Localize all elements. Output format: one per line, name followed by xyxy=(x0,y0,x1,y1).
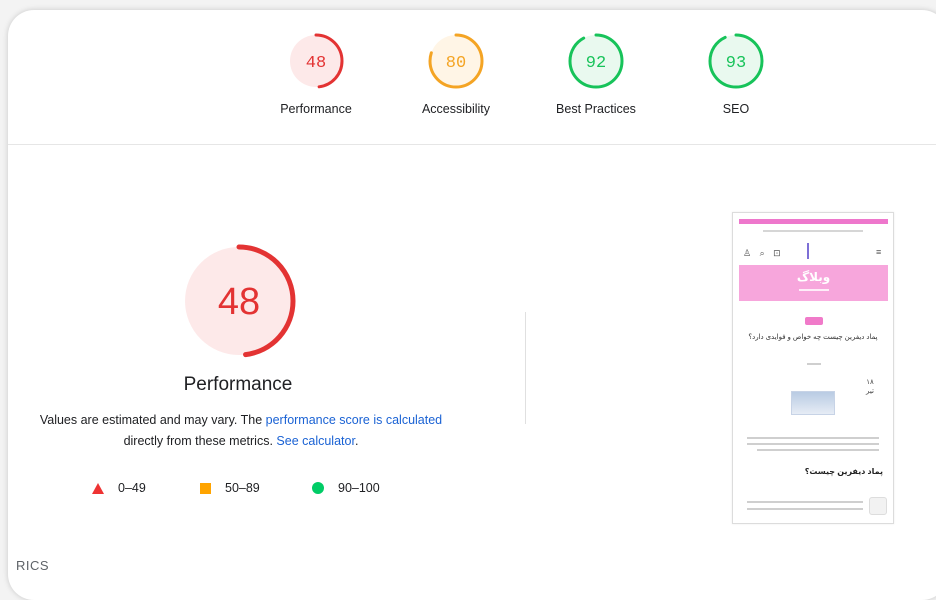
gauge-accessibility[interactable]: 80 Accessibility xyxy=(396,32,516,116)
gauge-score: 92 xyxy=(586,54,606,73)
score-description: Values are estimated and may vary. The p… xyxy=(8,410,474,452)
gauge-seo[interactable]: 93 SEO xyxy=(676,32,796,116)
thumb-text-line xyxy=(757,449,879,451)
thumb-text-line xyxy=(747,443,879,445)
recaptcha-icon xyxy=(869,497,887,515)
thumb-banner-title: وبلاگ xyxy=(796,270,831,284)
see-calculator-link[interactable]: See calculator xyxy=(276,434,355,448)
thumb-text-line xyxy=(807,363,821,365)
legend-pass: 90–100 xyxy=(312,481,380,495)
legend-range: 50–89 xyxy=(225,481,260,495)
gauge-label: Accessibility xyxy=(421,102,491,116)
desc-text: directly from these metrics. xyxy=(123,434,277,448)
gauge-score: 93 xyxy=(726,54,746,73)
performance-gauge-icon: 48 xyxy=(288,33,344,89)
gauge-best-practices[interactable]: 92 Best Practices xyxy=(536,32,656,116)
gauge-label: Performance xyxy=(280,102,352,116)
performance-large-gauge-icon: 48 xyxy=(182,244,296,358)
thumb-menu-icon: ≡ xyxy=(876,247,882,257)
thumb-text-line xyxy=(747,437,879,439)
divider xyxy=(525,312,526,424)
performance-main-gauge: 48 xyxy=(180,242,298,365)
metrics-heading: RICS xyxy=(16,558,50,573)
gauge-label: Best Practices xyxy=(556,102,636,116)
gauge-score: 80 xyxy=(446,54,466,73)
thumb-text-line xyxy=(763,230,863,232)
page-screenshot-thumbnail[interactable]: ♙ ⌕ ⊡ ≡ وبلاگ پماد دیفرین چیست چه خواص و… xyxy=(732,212,894,524)
main-category-title: Performance xyxy=(183,374,293,395)
legend-range: 0–49 xyxy=(118,481,146,495)
seo-gauge-icon: 93 xyxy=(708,33,764,89)
thumb-heading: پماد دیفرین چیست؟ xyxy=(804,467,883,476)
thumb-banner: وبلاگ xyxy=(739,265,888,301)
circle-icon xyxy=(312,482,324,494)
legend-fail: 0–49 xyxy=(92,481,146,495)
thumb-text-line xyxy=(747,501,863,503)
legend-average: 50–89 xyxy=(200,481,260,495)
gauge-performance[interactable]: 48 Performance xyxy=(256,32,376,116)
desc-text: . xyxy=(354,434,359,448)
thumb-header-icons: ♙ ⌕ ⊡ xyxy=(743,248,784,258)
category-summary: 48 Performance 80 Accessibility 92 Best … xyxy=(8,10,936,145)
legend-range: 90–100 xyxy=(338,481,380,495)
main-score: 48 xyxy=(218,281,260,323)
square-icon xyxy=(200,482,211,494)
thumb-logo-icon xyxy=(807,243,819,259)
thumb-tag xyxy=(805,317,823,325)
thumb-product-image xyxy=(791,391,835,415)
report-card: 48 Performance 80 Accessibility 92 Best … xyxy=(8,10,936,600)
thumb-text-line xyxy=(747,508,863,510)
best-practices-gauge-icon: 92 xyxy=(568,33,624,89)
thumb-banner-sub xyxy=(798,289,829,291)
accessibility-gauge-icon: 80 xyxy=(428,33,484,89)
thumb-post-title: پماد دیفرین چیست چه خواص و فوایدی دارد؟ xyxy=(748,334,878,341)
gauge-score: 48 xyxy=(306,54,326,73)
desc-text: Values are estimated and may vary. The xyxy=(39,413,266,427)
score-calculated-link[interactable]: performance score is calculated xyxy=(266,413,442,427)
thumb-top-bar xyxy=(739,219,888,224)
thumb-date: ۱۸ تیر xyxy=(866,379,874,395)
triangle-icon xyxy=(92,482,104,494)
gauge-label: SEO xyxy=(722,102,750,116)
